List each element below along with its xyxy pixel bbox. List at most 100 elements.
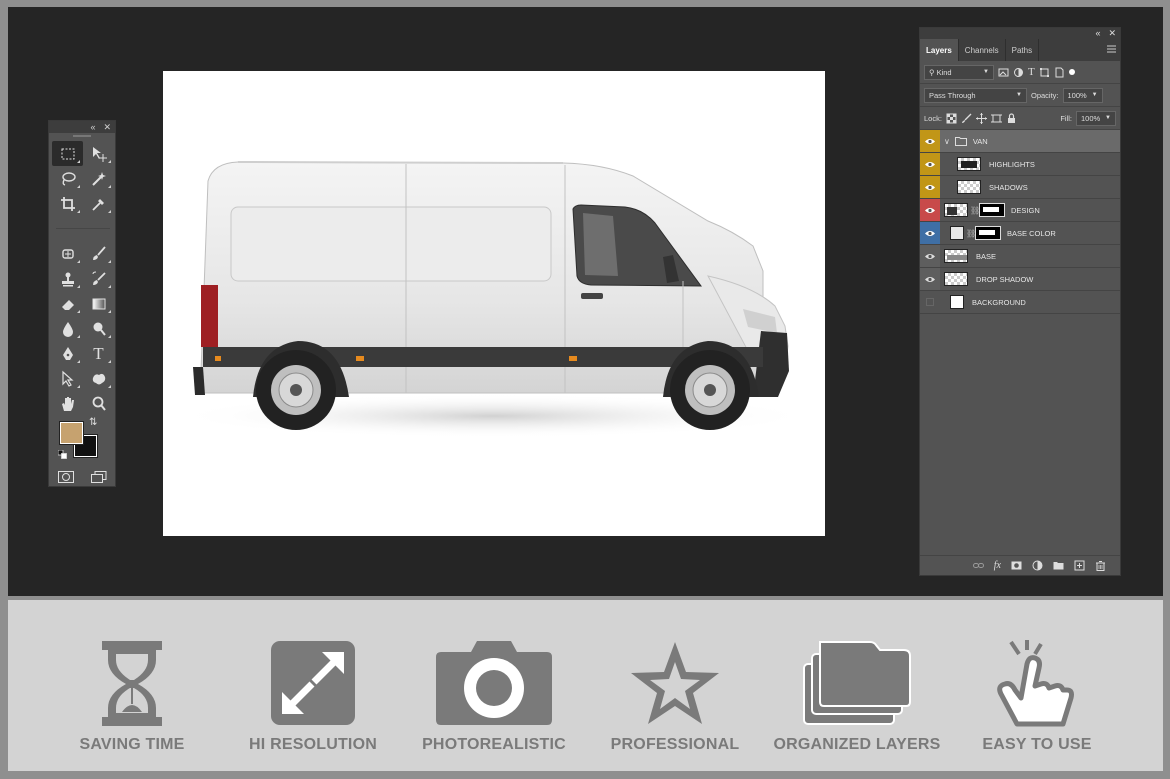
foreground-color-swatch[interactable]	[59, 421, 84, 445]
filter-kind-select[interactable]: ⚲ Kind ▼	[924, 64, 994, 80]
chain-link-icon[interactable]: ⛓	[966, 229, 976, 238]
visibility-eye-icon[interactable]	[920, 245, 940, 267]
new-layer-icon[interactable]	[1074, 560, 1085, 571]
layer-row[interactable]: ∨ VAN	[920, 130, 1120, 153]
feature-label: ORGANIZED LAYERS	[773, 736, 941, 753]
layer-row[interactable]: ⛓ BASE COLOR	[920, 222, 1120, 245]
fill-field[interactable]: 100% ▼	[1076, 110, 1116, 126]
path-selection-icon[interactable]	[52, 366, 83, 391]
document-canvas[interactable]	[163, 71, 825, 536]
lock-artboard-icon[interactable]	[990, 113, 1002, 124]
adjustment-filter-icon[interactable]	[1013, 67, 1024, 78]
type-filter-icon[interactable]: T	[1028, 66, 1035, 78]
new-group-icon[interactable]	[1053, 560, 1064, 571]
layers-panel: « ✕ Layers Channels Paths ⚲ Kind ▼ T Pas…	[919, 27, 1121, 576]
custom-shape-icon[interactable]	[83, 366, 114, 391]
double-chevron-left-icon[interactable]: «	[1095, 28, 1100, 39]
zoom-icon[interactable]	[83, 391, 114, 416]
swap-colors-icon[interactable]: ⇅	[89, 417, 97, 428]
blend-mode-select[interactable]: Pass Through ▼	[924, 87, 1027, 103]
feature-label: EASY TO USE	[982, 736, 1092, 753]
layer-mask-thumbnail[interactable]	[979, 203, 1005, 217]
feature-label: PHOTOREALISTIC	[422, 736, 566, 753]
chain-link-icon[interactable]: ⛓	[970, 206, 980, 215]
quick-mask-icon[interactable]	[57, 471, 74, 483]
hourglass-icon	[102, 641, 162, 726]
visibility-eye-icon[interactable]	[920, 199, 940, 221]
history-brush-icon[interactable]	[83, 266, 114, 291]
tab-paths[interactable]: Paths	[1006, 39, 1040, 61]
feature-saving-time: SAVING TIME	[42, 640, 222, 753]
visibility-eye-icon[interactable]	[920, 130, 940, 152]
lock-transparent-icon[interactable]	[946, 113, 957, 124]
feature-label: PROFESSIONAL	[610, 736, 740, 753]
default-colors-icon[interactable]	[58, 450, 67, 459]
type-icon[interactable]: T	[83, 341, 114, 366]
link-layers-icon[interactable]	[972, 560, 984, 571]
tab-layers[interactable]: Layers	[920, 39, 959, 61]
crop-icon[interactable]	[52, 191, 83, 216]
lock-pixels-icon[interactable]	[961, 113, 972, 124]
lock-position-icon[interactable]	[975, 112, 987, 124]
shape-filter-icon[interactable]	[1039, 67, 1050, 78]
close-icon[interactable]: ✕	[1108, 28, 1116, 39]
filter-row: ⚲ Kind ▼ T	[920, 61, 1120, 84]
layer-row[interactable]: HIGHLIGHTS	[920, 153, 1120, 176]
delete-icon[interactable]	[1095, 560, 1106, 571]
visibility-toggle-empty[interactable]	[920, 291, 940, 313]
lock-row: Lock: Fill: 100% ▼	[920, 107, 1120, 130]
lasso-icon[interactable]	[52, 166, 83, 191]
filter-toggle-icon[interactable]	[1068, 69, 1075, 75]
clone-stamp-icon[interactable]	[52, 266, 83, 291]
pixel-filter-icon[interactable]	[998, 67, 1009, 78]
feature-professional: PROFESSIONAL	[585, 640, 765, 753]
lock-all-icon[interactable]	[1006, 112, 1017, 124]
fx-icon[interactable]: fx	[994, 560, 1001, 571]
gradient-icon[interactable]	[83, 291, 114, 316]
fill-value: 100%	[1081, 113, 1101, 123]
rectangular-marquee-icon[interactable]	[52, 141, 83, 166]
layer-row[interactable]: BACKGROUND	[920, 291, 1120, 314]
visibility-eye-icon[interactable]	[920, 153, 940, 175]
layer-name: BACKGROUND	[972, 297, 1026, 307]
magic-wand-icon[interactable]	[83, 166, 114, 191]
smart-object-filter-icon[interactable]	[1054, 67, 1065, 78]
tools-panel: « ✕ T ⇅	[48, 120, 116, 487]
opacity-label: Opacity:	[1031, 90, 1059, 100]
filter-kind-label: Kind	[936, 67, 952, 77]
tab-channels[interactable]: Channels	[959, 39, 1006, 61]
move-icon[interactable]	[83, 141, 114, 166]
chevron-down-icon[interactable]: ∨	[944, 137, 950, 146]
layer-row[interactable]: SHADOWS	[920, 176, 1120, 199]
screen-mode-icon[interactable]	[90, 471, 107, 483]
layer-name: VAN	[972, 136, 988, 146]
hand-icon[interactable]	[52, 391, 83, 416]
layer-row[interactable]: BASE	[920, 245, 1120, 268]
visibility-eye-icon[interactable]	[920, 268, 940, 290]
healing-brush-icon[interactable]	[52, 241, 83, 266]
layer-row[interactable]: DROP SHADOW	[920, 268, 1120, 291]
brush-icon[interactable]	[83, 241, 114, 266]
layers-list: ∨ VAN HIGHLIGHTS SHADOWS ⛓ DESIGN ⛓ BASE…	[920, 130, 1120, 314]
visibility-eye-icon[interactable]	[920, 222, 940, 244]
color-swatches: ⇅	[49, 417, 115, 466]
eraser-icon[interactable]	[52, 291, 83, 316]
pen-icon[interactable]	[52, 341, 83, 366]
feature-photorealistic: PHOTOREALISTIC	[404, 640, 584, 753]
feature-label: HI RESOLUTION	[249, 736, 377, 753]
double-chevron-left-icon[interactable]: «	[90, 121, 95, 133]
eyedropper-icon[interactable]	[83, 191, 114, 216]
layer-name: BASE COLOR	[1007, 228, 1056, 238]
layer-row[interactable]: ⛓ DESIGN	[920, 199, 1120, 222]
opacity-field[interactable]: 100% ▼	[1062, 87, 1103, 103]
visibility-eye-icon[interactable]	[920, 176, 940, 198]
close-icon[interactable]: ✕	[103, 121, 111, 133]
layer-name: DROP SHADOW	[976, 274, 1034, 284]
dodge-icon[interactable]	[83, 316, 114, 341]
blur-icon[interactable]	[52, 316, 83, 341]
layer-mask-thumbnail[interactable]	[975, 226, 1001, 240]
adjustment-layer-icon[interactable]	[1032, 560, 1043, 571]
add-mask-icon[interactable]	[1011, 560, 1022, 571]
panel-menu-icon[interactable]	[1107, 45, 1116, 53]
photoshop-workspace: « ✕ T ⇅ « ✕ Layers Channels Paths ⚲ Kind…	[8, 7, 1163, 596]
